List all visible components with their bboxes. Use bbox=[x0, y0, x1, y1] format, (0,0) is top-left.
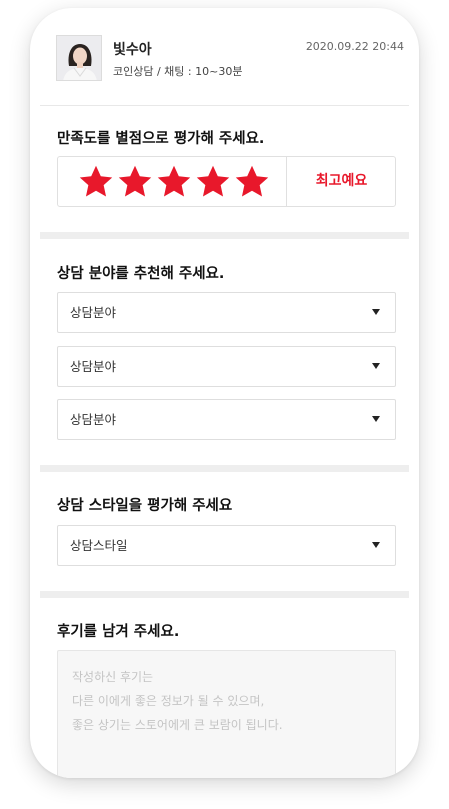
rating-label: 최고예요 bbox=[315, 173, 368, 189]
counselor-info: 코인상담 / 채팅 : 10~30분 bbox=[113, 65, 243, 78]
section-divider bbox=[40, 232, 409, 239]
caret-down-icon bbox=[372, 309, 380, 315]
person-avatar-icon bbox=[57, 36, 101, 80]
review-screen: 빛수아 코인상담 / 채팅 : 10~30분 2020.09.22 20:44 … bbox=[40, 8, 409, 778]
category-select-1-value: 상담분야 bbox=[70, 305, 117, 320]
review-box bbox=[57, 650, 396, 778]
category-select-2-value: 상담분야 bbox=[70, 359, 117, 374]
review-date: 2020.09.22 20:44 bbox=[305, 40, 404, 53]
style-select[interactable]: 상담스타일 bbox=[57, 525, 396, 566]
avatar bbox=[56, 35, 102, 81]
section-divider bbox=[40, 465, 409, 472]
caret-down-icon bbox=[372, 416, 380, 422]
counselor-name: 빛수아 bbox=[113, 42, 152, 58]
star-icon[interactable] bbox=[195, 164, 231, 200]
section-divider bbox=[40, 591, 409, 598]
star-icon[interactable] bbox=[156, 164, 192, 200]
star-icon[interactable] bbox=[234, 164, 270, 200]
star-icon[interactable] bbox=[78, 164, 114, 200]
star-list bbox=[78, 164, 270, 200]
rating-title: 만족도를 별점으로 평가해 주세요. bbox=[57, 131, 265, 147]
header-divider bbox=[40, 105, 409, 106]
star-icon[interactable] bbox=[117, 164, 153, 200]
category-select-2[interactable]: 상담분야 bbox=[57, 346, 396, 387]
category-select-3-value: 상담분야 bbox=[70, 412, 117, 427]
style-title: 상담 스타일을 평가해 주세요 bbox=[57, 498, 233, 514]
star-rating: 최고예요 bbox=[57, 156, 396, 207]
review-title: 후기를 남겨 주세요. bbox=[57, 624, 180, 640]
caret-down-icon bbox=[372, 542, 380, 548]
style-select-value: 상담스타일 bbox=[70, 538, 128, 553]
category-select-3[interactable]: 상담분야 bbox=[57, 399, 396, 440]
review-textarea[interactable] bbox=[58, 651, 395, 778]
caret-down-icon bbox=[372, 363, 380, 369]
category-title: 상담 분야를 추천해 주세요. bbox=[57, 266, 225, 282]
counselor-profile: 빛수아 코인상담 / 채팅 : 10~30분 2020.09.22 20:44 bbox=[56, 35, 404, 91]
category-select-1[interactable]: 상담분야 bbox=[57, 292, 396, 333]
phone-frame: 빛수아 코인상담 / 채팅 : 10~30분 2020.09.22 20:44 … bbox=[30, 8, 419, 778]
